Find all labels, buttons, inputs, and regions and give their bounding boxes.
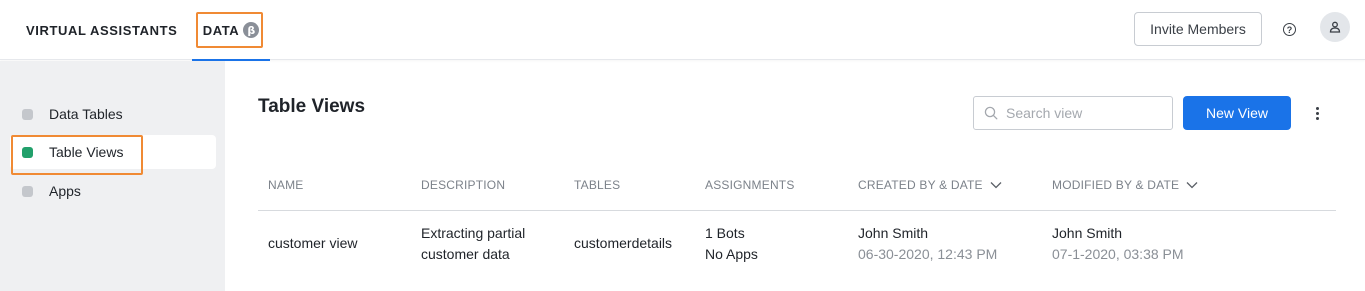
- search-input[interactable]: [1006, 105, 1166, 121]
- table-divider: [258, 210, 1336, 211]
- column-header-tables: TABLES: [574, 178, 621, 192]
- row-tables: customerdetails: [574, 235, 673, 251]
- sidebar-item-label: Table Views: [49, 144, 124, 160]
- sidebar-item-table-views[interactable]: Table Views: [10, 135, 216, 169]
- sidebar-item-label: Data Tables: [49, 106, 123, 122]
- row-assignments-apps: No Apps: [705, 246, 758, 262]
- data-tables-dot-icon: [22, 108, 33, 120]
- row-created-date: 06-30-2020, 12:43 PM: [858, 246, 998, 262]
- top-navigation-bar: VIRTUAL ASSISTANTS DATA β Invite Members…: [0, 0, 1365, 61]
- column-header-description: DESCRIPTION: [421, 178, 506, 192]
- row-modified-date: 07-1-2020, 03:38 PM: [1052, 246, 1184, 262]
- chevron-down-icon: [1186, 182, 1198, 189]
- row-name[interactable]: customer view: [268, 233, 357, 254]
- new-view-button[interactable]: New View: [1183, 96, 1291, 130]
- invite-members-button[interactable]: Invite Members: [1134, 12, 1262, 46]
- apps-dot-icon: [22, 185, 33, 197]
- chevron-down-icon: [990, 182, 1002, 189]
- column-header-name: NAME: [268, 178, 304, 192]
- more-options-icon[interactable]: [1310, 103, 1324, 123]
- row-description-line2: customer data: [421, 246, 510, 262]
- search-icon: [984, 106, 998, 120]
- row-assignments-bots: 1 Bots: [705, 225, 745, 241]
- tab-virtual-assistants-label: VIRTUAL ASSISTANTS: [26, 22, 178, 38]
- column-header-assignments: ASSIGNMENTS: [705, 178, 795, 192]
- sidebar-item-apps[interactable]: Apps: [10, 174, 216, 208]
- tab-virtual-assistants[interactable]: VIRTUAL ASSISTANTS: [26, 0, 177, 60]
- tab-data-label: DATA: [202, 22, 240, 38]
- tab-data[interactable]: DATA β: [192, 0, 270, 61]
- beta-badge: β: [243, 22, 260, 38]
- row-created-by: John Smith: [858, 225, 929, 241]
- column-header-modified[interactable]: MODIFIED BY & DATE: [1052, 178, 1198, 192]
- row-description-line1: Extracting partial: [421, 225, 526, 241]
- help-circle-icon[interactable]: ?: [1283, 23, 1296, 36]
- sidebar-item-label: Apps: [49, 183, 81, 199]
- user-icon: [1329, 21, 1341, 33]
- column-header-created[interactable]: CREATED BY & DATE: [858, 178, 1002, 192]
- sidebar: Data Tables Table Views Apps: [0, 61, 225, 291]
- search-box[interactable]: [973, 96, 1173, 130]
- table-views-dot-icon: [22, 146, 33, 158]
- row-modified-by: John Smith: [1052, 225, 1123, 241]
- avatar[interactable]: [1320, 12, 1350, 42]
- sidebar-item-data-tables[interactable]: Data Tables: [10, 97, 216, 131]
- page-title: Table Views: [258, 96, 366, 117]
